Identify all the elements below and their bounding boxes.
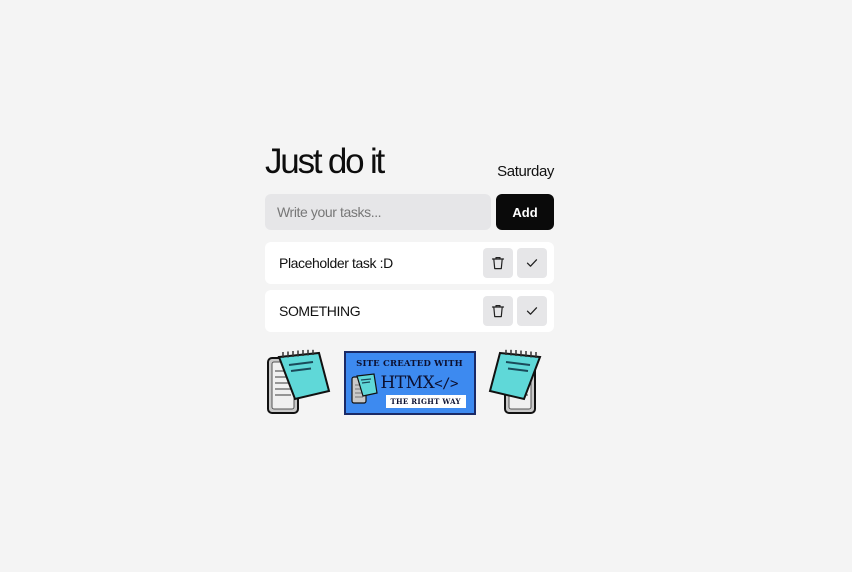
delete-button[interactable] [483,248,513,278]
add-button[interactable]: Add [496,194,554,230]
complete-button[interactable] [517,296,547,326]
checkmark-icon [526,307,538,315]
task-text: SOMETHING [279,303,361,319]
page-title: Just do it [265,142,385,181]
htmx-badge[interactable]: SITE CREATED WITH HTMX</> THE RIGHT WAY [343,351,476,415]
badge-line3: THE RIGHT WAY [385,395,466,408]
task-item: Placeholder task :D [265,242,554,284]
task-actions [483,248,547,278]
delete-button[interactable] [483,296,513,326]
task-text: Placeholder task :D [279,255,393,271]
task-actions [483,296,547,326]
header: Just do it Saturday [265,142,554,182]
badge-line2: HTMX</> [380,373,459,393]
task-item: SOMETHING [265,290,554,332]
notepad-icon [267,349,331,414]
notepad-icon [488,349,542,414]
badges-row: SITE CREATED WITH HTMX</> THE RIGHT WAY [265,349,554,417]
day-label: Saturday [497,163,554,180]
checkmark-icon [526,259,538,267]
todo-app: Just do it Saturday Add Placeholder task… [265,142,554,417]
badge-line1: SITE CREATED WITH [356,359,463,369]
complete-button[interactable] [517,248,547,278]
trash-icon [491,305,505,318]
trash-icon [491,257,505,270]
task-input[interactable] [265,194,491,230]
task-list: Placeholder task :D SOMETHING [265,242,554,332]
notepad-icon [350,373,378,404]
badge-tag-text: </> [434,376,458,392]
badge-htmx-text: HTMX [380,373,435,393]
task-form: Add [265,194,554,230]
